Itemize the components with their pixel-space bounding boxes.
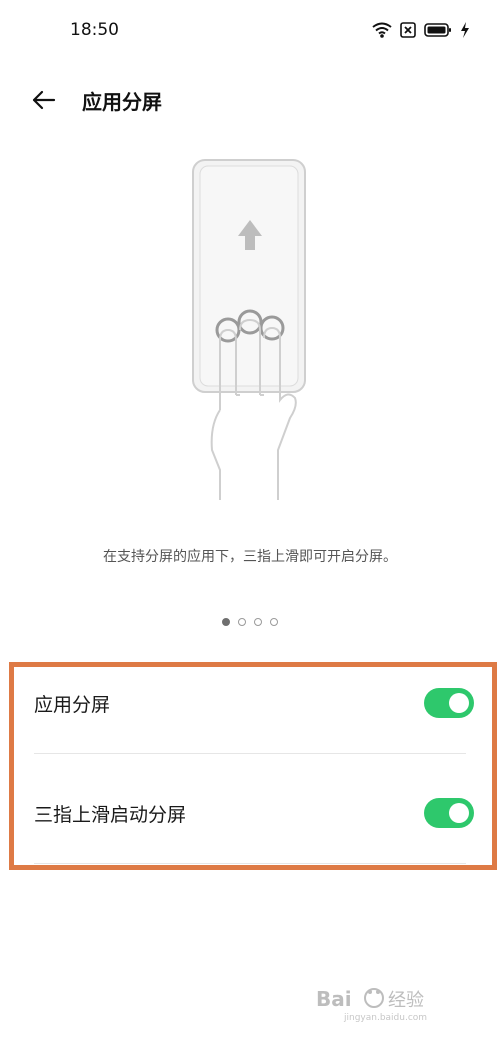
back-arrow-icon[interactable] bbox=[28, 84, 60, 116]
pager-dot[interactable] bbox=[270, 618, 278, 626]
wifi-icon bbox=[372, 22, 392, 42]
app-split-screen-toggle[interactable] bbox=[424, 688, 474, 718]
sim-disabled-icon bbox=[400, 22, 416, 42]
status-icons bbox=[372, 22, 470, 42]
setting-label: 三指上滑启动分屏 bbox=[34, 803, 187, 826]
pager-dot[interactable] bbox=[238, 618, 246, 626]
gesture-description: 在支持分屏的应用下，三指上滑即可开启分屏。 bbox=[103, 549, 397, 565]
pager-dot[interactable] bbox=[254, 618, 262, 626]
divider bbox=[34, 863, 466, 864]
status-time: 18:50 bbox=[70, 20, 119, 40]
setting-label: 应用分屏 bbox=[34, 693, 111, 716]
svg-text:Bai: Bai bbox=[316, 987, 352, 1011]
three-finger-swipe-toggle[interactable] bbox=[424, 798, 474, 828]
watermark-logo: Bai 经验 jingyan.baidu.com bbox=[314, 982, 454, 1024]
status-bar: 18:50 bbox=[0, 0, 500, 62]
svg-text:经验: 经验 bbox=[388, 990, 424, 1011]
charging-bolt-icon bbox=[460, 22, 470, 42]
svg-text:jingyan.baidu.com: jingyan.baidu.com bbox=[343, 1013, 427, 1023]
toggle-knob bbox=[449, 803, 469, 823]
divider bbox=[34, 753, 466, 754]
three-finger-swipe-illustration bbox=[160, 150, 340, 510]
settings-highlight-box: 应用分屏 三指上滑启动分屏 bbox=[9, 662, 497, 870]
setting-row-three-finger-swipe[interactable]: 三指上滑启动分屏 bbox=[34, 783, 482, 843]
pager-dot[interactable] bbox=[222, 618, 230, 626]
toggle-knob bbox=[449, 693, 469, 713]
header: 应用分屏 bbox=[0, 80, 500, 120]
battery-icon bbox=[424, 22, 452, 42]
pager-dots bbox=[0, 618, 500, 626]
setting-row-app-split-screen[interactable]: 应用分屏 bbox=[34, 673, 482, 733]
page-title: 应用分屏 bbox=[82, 90, 162, 114]
